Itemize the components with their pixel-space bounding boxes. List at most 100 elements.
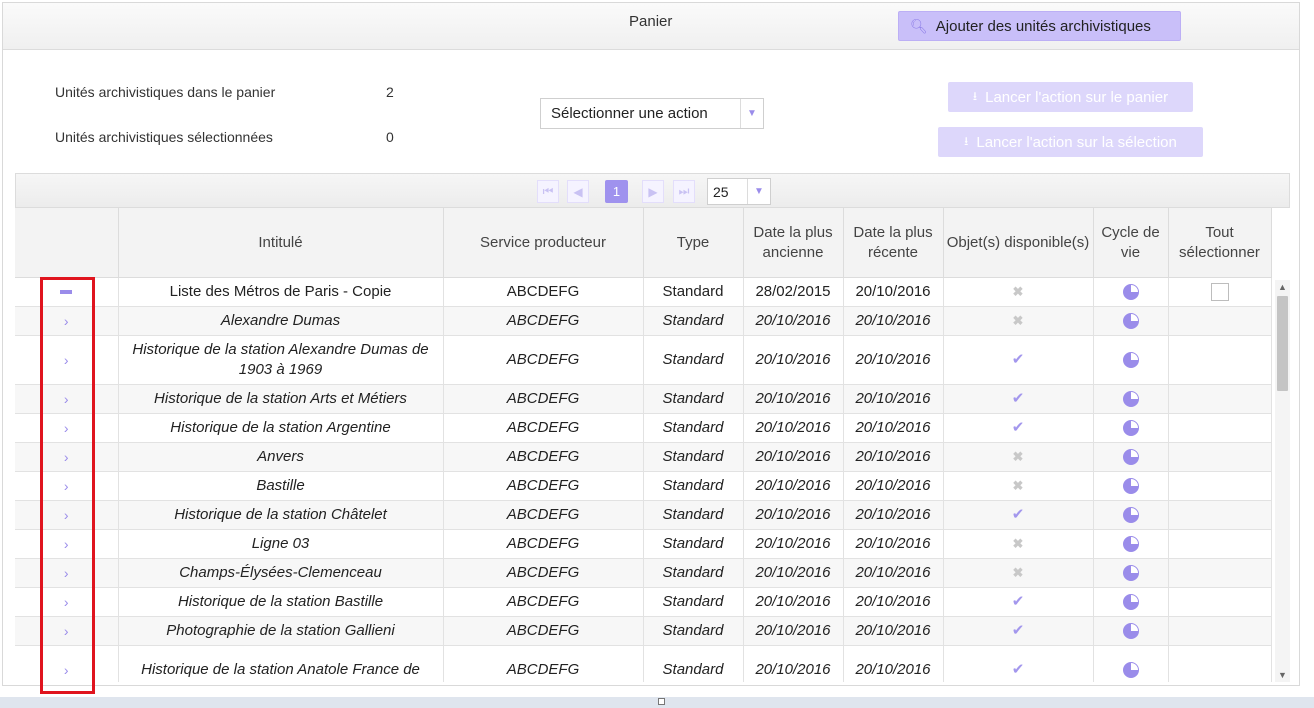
table-row[interactable]: › Bastille ABCDEFG Standard 20/10/2016 20/10/…	[15, 471, 1272, 501]
expander-cell[interactable]: ›	[15, 616, 119, 646]
pie-chart-icon[interactable]	[1122, 594, 1139, 611]
table-row[interactable]: › Historique de la station Arts et Métier…	[15, 384, 1272, 414]
col-header-lifecycle[interactable]: Cycle de vie	[1093, 208, 1169, 278]
table-row[interactable]: › Historique de la station Bastille ABCDEF…	[15, 587, 1272, 617]
expander-cell[interactable]: ›	[15, 442, 119, 472]
expander-cell[interactable]: ›	[15, 645, 119, 682]
chevron-right-icon[interactable]: ›	[64, 352, 69, 368]
chevron-right-icon[interactable]: ›	[64, 313, 69, 329]
table-row[interactable]: Liste des Métros de Paris - Copie ABCDEFG…	[15, 277, 1272, 307]
select-cell[interactable]	[1168, 616, 1272, 646]
resize-handle[interactable]	[658, 698, 665, 705]
pie-chart-icon[interactable]	[1122, 565, 1139, 582]
prev-page-icon[interactable]: ◀	[567, 180, 589, 203]
pie-chart-icon[interactable]	[1122, 478, 1139, 495]
pie-chart-icon[interactable]	[1122, 507, 1139, 524]
scrollbar-thumb[interactable]	[1277, 296, 1288, 391]
table-row[interactable]: › Photographie de la station Gallieni ABCD…	[15, 616, 1272, 646]
select-cell[interactable]	[1168, 471, 1272, 501]
table-row[interactable]: › Historique de la station Argentine ABCDE…	[15, 413, 1272, 443]
lifecycle-cell[interactable]	[1093, 616, 1169, 646]
next-page-icon[interactable]: ▶	[642, 180, 664, 203]
expander-cell[interactable]: ›	[15, 384, 119, 414]
table-row[interactable]: › Champs-Élysées-Clemenceau ABCDEFG Standar…	[15, 558, 1272, 588]
expander-cell[interactable]: ›	[15, 413, 119, 443]
pie-chart-icon[interactable]	[1122, 352, 1139, 369]
chevron-right-icon[interactable]: ›	[64, 565, 69, 581]
col-header-newest-date[interactable]: Date la plus récente	[843, 208, 944, 278]
chevron-right-icon[interactable]: ›	[64, 507, 69, 523]
lifecycle-cell[interactable]	[1093, 335, 1169, 385]
expander-cell[interactable]: ›	[15, 587, 119, 617]
select-cell[interactable]	[1168, 413, 1272, 443]
select-cell[interactable]	[1168, 500, 1272, 530]
lifecycle-cell[interactable]	[1093, 413, 1169, 443]
chevron-right-icon[interactable]: ›	[64, 662, 69, 678]
pie-chart-icon[interactable]	[1122, 313, 1139, 330]
chevron-right-icon[interactable]: ›	[64, 449, 69, 465]
select-cell[interactable]	[1168, 645, 1272, 682]
select-cell[interactable]	[1168, 442, 1272, 472]
col-header-title[interactable]: Intitulé	[118, 208, 444, 278]
expander-cell[interactable]: ›	[15, 471, 119, 501]
expander-cell[interactable]: ›	[15, 500, 119, 530]
select-cell[interactable]	[1168, 587, 1272, 617]
table-row[interactable]: › Historique de la station Alexandre Duma…	[15, 335, 1272, 385]
lifecycle-cell[interactable]	[1093, 384, 1169, 414]
current-page[interactable]: 1	[605, 180, 628, 203]
col-header-available-objects[interactable]: Objet(s) disponible(s)	[943, 208, 1094, 278]
expander-cell[interactable]	[15, 277, 119, 307]
col-header-producer[interactable]: Service producteur	[443, 208, 644, 278]
col-header-type[interactable]: Type	[643, 208, 744, 278]
pie-chart-icon[interactable]	[1122, 420, 1139, 437]
select-cell[interactable]	[1168, 558, 1272, 588]
run-on-selection-button[interactable]: ⭳ Lancer l'action sur la sélection	[938, 127, 1203, 157]
page-size-select[interactable]: 25 ▼	[707, 178, 771, 205]
last-page-icon[interactable]: ⏭	[673, 180, 695, 203]
lifecycle-cell[interactable]	[1093, 500, 1169, 530]
scroll-down-icon[interactable]: ▼	[1275, 668, 1290, 682]
expander-cell[interactable]: ›	[15, 558, 119, 588]
chevron-right-icon[interactable]: ›	[64, 391, 69, 407]
run-on-basket-button[interactable]: ⭳ Lancer l'action sur le panier	[948, 82, 1193, 112]
pie-chart-icon[interactable]	[1122, 284, 1139, 301]
pie-chart-icon[interactable]	[1122, 391, 1139, 408]
lifecycle-cell[interactable]	[1093, 645, 1169, 682]
table-row[interactable]: › Historique de la station Châtelet ABCDEF…	[15, 500, 1272, 530]
select-cell[interactable]	[1168, 529, 1272, 559]
action-select[interactable]: Sélectionner une action ▼	[540, 98, 764, 129]
table-row[interactable]: › Anvers ABCDEFG Standard 20/10/2016 20/10/20…	[15, 442, 1272, 472]
select-cell[interactable]	[1168, 335, 1272, 385]
table-row[interactable]: › Ligne 03 ABCDEFG Standard 20/10/2016 20/10/…	[15, 529, 1272, 559]
scroll-up-icon[interactable]: ▲	[1275, 280, 1290, 294]
select-cell[interactable]	[1168, 277, 1272, 307]
pie-chart-icon[interactable]	[1122, 662, 1139, 679]
table-scrollbar[interactable]: ▲ ▼	[1275, 280, 1290, 682]
select-cell[interactable]	[1168, 306, 1272, 336]
select-all-checkbox[interactable]	[1210, 283, 1229, 302]
pie-chart-icon[interactable]	[1122, 449, 1139, 466]
chevron-right-icon[interactable]: ›	[64, 536, 69, 552]
col-header-select-all[interactable]: Tout sélectionner	[1168, 208, 1272, 278]
table-row[interactable]: › Alexandre Dumas ABCDEFG Standard 20/10/201…	[15, 306, 1272, 336]
first-page-icon[interactable]: ⏮	[537, 180, 559, 203]
lifecycle-cell[interactable]	[1093, 558, 1169, 588]
lifecycle-cell[interactable]	[1093, 277, 1169, 307]
chevron-right-icon[interactable]: ›	[64, 594, 69, 610]
chevron-right-icon[interactable]: ›	[64, 623, 69, 639]
lifecycle-cell[interactable]	[1093, 587, 1169, 617]
expander-cell[interactable]: ›	[15, 306, 119, 336]
lifecycle-cell[interactable]	[1093, 529, 1169, 559]
pie-chart-icon[interactable]	[1122, 623, 1139, 640]
chevron-right-icon[interactable]: ›	[64, 420, 69, 436]
chevron-right-icon[interactable]: ›	[64, 478, 69, 494]
lifecycle-cell[interactable]	[1093, 442, 1169, 472]
table-row[interactable]: › Historique de la station Anatole France…	[15, 645, 1272, 682]
expander-cell[interactable]: ›	[15, 529, 119, 559]
collapse-icon[interactable]	[60, 290, 73, 295]
expander-cell[interactable]: ›	[15, 335, 119, 385]
pie-chart-icon[interactable]	[1122, 536, 1139, 553]
lifecycle-cell[interactable]	[1093, 471, 1169, 501]
lifecycle-cell[interactable]	[1093, 306, 1169, 336]
add-units-button[interactable]: 🔍︎ Ajouter des unités archivistiques	[898, 11, 1181, 41]
